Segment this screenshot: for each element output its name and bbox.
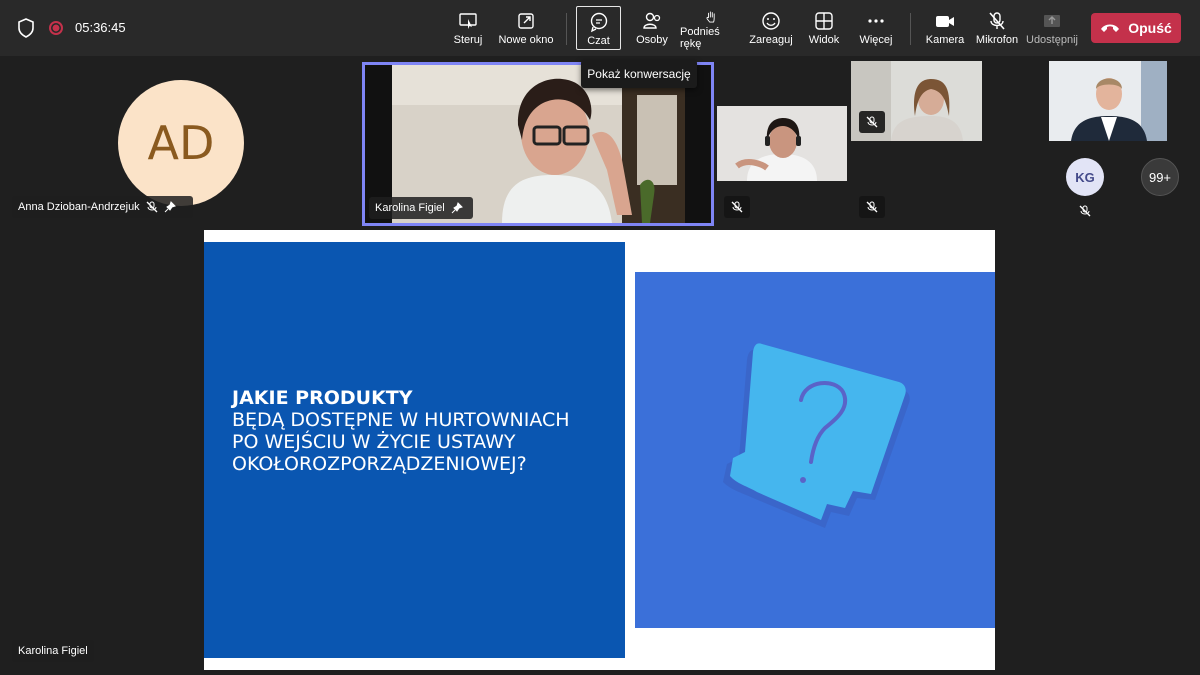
camera-button[interactable]: Kamera [924,6,966,50]
participant-tile-anna[interactable]: AD Anna Dzioban-Andrzejuk [10,61,355,223]
new-window-button[interactable]: Nowe okno [496,6,556,50]
presenter-name: Karolina Figiel [18,645,88,657]
video-feed [717,106,847,181]
question-mark-note-image [635,272,995,628]
view-button[interactable]: Widok [804,6,844,50]
more-icon [868,19,884,23]
toolbar-divider [910,13,911,45]
participant-tile[interactable] [717,61,847,223]
participant-name-chip: Karolina Figiel [369,197,473,219]
people-label: Osoby [636,34,668,46]
recording-icon [49,21,63,35]
chat-tooltip: Pokaż konwersację [581,60,697,88]
video-feed [1049,61,1167,141]
shield-icon[interactable] [17,18,35,38]
camera-label: Kamera [925,34,965,46]
slide-line: okołorozporządzeniowej? [232,453,527,475]
shared-screen: Jakie produkty będą dostępne w hurtownia… [204,230,995,670]
mic-off-icon [866,201,878,213]
slide-question: Jakie produkty będą dostępne w hurtownia… [232,387,612,475]
mute-indicator [724,196,750,218]
people-button[interactable]: Osoby [632,6,672,50]
participant-name: Anna Dzioban-Andrzejuk [18,201,140,213]
new-window-label: Nowe okno [498,34,554,46]
meeting-toolbar: 05:36:45 Steruj Nowe okno Czat Osoby Pod… [0,0,1200,56]
more-label: Więcej [859,34,893,46]
share-button[interactable]: Udostępnij [1026,6,1078,50]
more-button[interactable]: Więcej [856,6,896,50]
screen-control-icon [459,13,477,29]
avatar: AD [118,80,244,206]
raise-hand-label: Podnieś rękę [680,26,720,50]
steruj-button[interactable]: Steruj [448,6,488,50]
emoji-icon [762,12,780,30]
slide-line: będą dostępne w hurtowniach [232,409,570,431]
meeting-timer: 05:36:45 [75,20,126,35]
mute-indicator [859,196,885,218]
more-participants-badge[interactable]: 99+ [1141,158,1179,196]
mute-indicator [859,111,885,133]
react-label: Zareaguj [749,34,793,46]
view-label: Widok [808,34,840,46]
slide-image [635,272,995,628]
mic-off-icon [866,116,878,128]
popout-icon [518,13,534,29]
hand-icon [706,11,715,23]
avatar[interactable]: KG [1066,158,1104,196]
steruj-label: Steruj [453,34,483,46]
participant-tile[interactable] [851,61,982,223]
pin-icon [451,202,463,214]
chat-icon [590,12,607,33]
mic-off-icon [1079,205,1091,217]
mic-button[interactable]: Mikrofon [974,6,1020,50]
mic-off-icon [989,12,1005,30]
participant-tile[interactable] [1049,61,1167,141]
pin-icon [164,201,176,213]
slide-line: Jakie produkty [232,387,413,409]
people-icon [643,12,661,29]
chat-button[interactable]: Czat [576,6,621,50]
participant-name-chip: Anna Dzioban-Andrzejuk [12,196,193,218]
slide-text-panel: Jakie produkty będą dostępne w hurtownia… [204,242,625,658]
react-button[interactable]: Zareaguj [748,6,794,50]
mic-off-icon [731,201,743,213]
chat-label: Czat [587,35,610,47]
mic-label: Mikrofon [975,34,1019,46]
leave-button[interactable]: Opuść [1091,13,1181,43]
slide-line: po wejściu w życie ustawy [232,431,516,453]
mic-off-icon [146,201,158,213]
participant-name: Karolina Figiel [375,202,445,214]
camera-icon [936,16,954,27]
toolbar-divider [566,13,567,45]
hang-up-icon [1101,24,1120,32]
raise-hand-button[interactable]: Podnieś rękę [680,6,742,50]
share-icon [1044,15,1060,27]
grid-view-icon [815,12,833,30]
presenter-name-chip: Karolina Figiel [12,640,94,662]
share-label: Udostępnij [1026,34,1078,46]
leave-label: Opuść [1128,20,1172,36]
